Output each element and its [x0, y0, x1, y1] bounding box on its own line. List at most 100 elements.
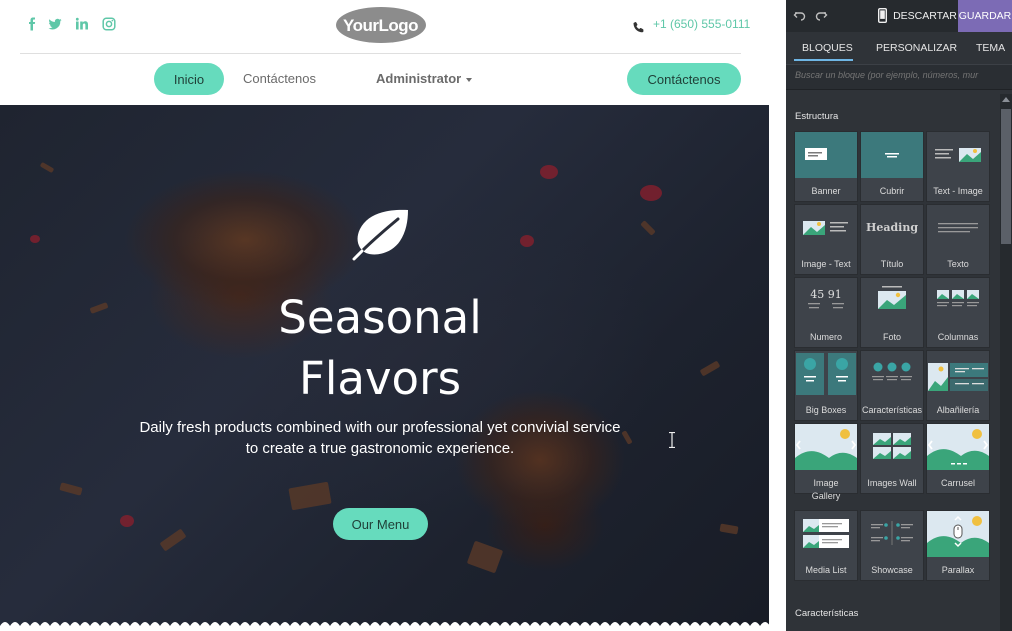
block-label: Columnas — [937, 332, 979, 342]
block-picture[interactable]: Foto — [860, 277, 924, 348]
section-title-features: Características — [795, 608, 859, 619]
our-menu-button[interactable]: Our Menu — [333, 508, 428, 540]
block-label: Cubrir — [879, 186, 905, 196]
block-label: Numero — [809, 332, 842, 342]
block-search-input[interactable] — [795, 70, 1005, 80]
linkedin-icon[interactable] — [75, 17, 89, 31]
decor-berry — [540, 165, 558, 179]
nav-home-button[interactable]: Inicio — [154, 63, 224, 95]
instagram-icon[interactable] — [102, 17, 116, 31]
editor-tabs: BLOQUES PERSONALIZAR TEMA — [786, 33, 1012, 62]
editor-scrollbar-thumb[interactable] — [1001, 109, 1011, 244]
hero-banner: Seasonal Flavors Daily fresh products co… — [0, 105, 769, 631]
carousel-icon — [927, 424, 989, 470]
block-label: Media List — [805, 565, 847, 575]
decor-berry — [120, 515, 134, 527]
tab-theme[interactable]: TEMA — [976, 33, 1005, 62]
block-search-bar — [786, 64, 1012, 90]
nav-admin-dropdown[interactable]: Administrator — [376, 71, 461, 86]
decor-crumb — [640, 220, 656, 236]
site-logo[interactable]: YourLogo — [335, 6, 427, 44]
cover-icon — [861, 132, 923, 178]
block-text-image[interactable]: Text - Image — [926, 131, 990, 202]
leaf-icon — [348, 207, 412, 261]
block-masonry[interactable]: Albañilería — [926, 350, 990, 421]
block-features[interactable]: Características — [860, 350, 924, 421]
hero-subtitle: Daily fresh products combined with our p… — [139, 419, 621, 457]
text-icon — [927, 205, 989, 251]
big-boxes-icon — [795, 351, 857, 397]
block-label: Características — [861, 405, 923, 415]
features-icon — [861, 351, 923, 397]
block-label: Banner — [811, 186, 841, 196]
editor-toolbar: DESCARTAR GUARDAR — [786, 0, 1012, 32]
undo-icon[interactable] — [793, 9, 806, 22]
block-label: Image - Text — [801, 259, 851, 269]
decor-berry — [520, 235, 534, 247]
wave-divider — [0, 622, 769, 631]
section-title-structure: Estructura — [795, 111, 839, 122]
block-image-text[interactable]: Image - Text — [794, 204, 858, 275]
block-label: Albañilería — [936, 405, 980, 415]
scroll-up-arrow-icon[interactable] — [1002, 97, 1010, 102]
decor-crumb — [59, 482, 83, 496]
block-label: Foto — [882, 332, 901, 342]
block-label: Big Boxes — [805, 405, 847, 415]
block-cover[interactable]: Cubrir — [860, 131, 924, 202]
tab-blocks[interactable]: BLOQUES — [802, 33, 853, 62]
block-images-wall[interactable]: Images Wall — [860, 423, 924, 494]
block-text[interactable]: Texto — [926, 204, 990, 275]
numbers-thumb-text: 45 91 — [810, 288, 842, 301]
block-image-gallery[interactable]: Image Gallery — [794, 423, 858, 501]
text-image-icon — [927, 132, 989, 178]
save-button[interactable]: GUARDAR — [958, 0, 1012, 32]
parallax-icon — [927, 511, 989, 557]
block-label: Texto — [947, 259, 969, 269]
block-parallax[interactable]: Parallax — [926, 510, 990, 581]
block-heading[interactable]: Heading Título — [860, 204, 924, 275]
main-navbar: Inicio Contáctenos Administrator Contáct… — [0, 54, 769, 105]
website-preview: YourLogo +1 (650) 555-0111 Inicio Contác… — [0, 0, 769, 631]
banner-icon — [795, 132, 857, 178]
block-big-boxes[interactable]: Big Boxes — [794, 350, 858, 421]
block-columns[interactable]: Columnas — [926, 277, 990, 348]
block-banner[interactable]: Banner — [794, 131, 858, 202]
decor-crumb — [288, 481, 332, 511]
image-gallery-icon — [795, 424, 857, 470]
phone-number[interactable]: +1 (650) 555-0111 — [653, 17, 750, 31]
twitter-icon[interactable] — [48, 17, 62, 31]
decor-crumb — [719, 523, 739, 535]
block-carousel[interactable]: Carrusel — [926, 423, 990, 494]
redo-icon[interactable] — [815, 9, 828, 22]
facebook-icon[interactable] — [25, 17, 39, 31]
block-media-list[interactable]: Media List — [794, 510, 858, 581]
mobile-preview-icon[interactable] — [877, 7, 887, 24]
numbers-icon: 45 91 — [795, 278, 857, 324]
decor-crumb — [39, 161, 55, 174]
nav-contact-link[interactable]: Contáctenos — [243, 71, 316, 86]
decor-crumb — [159, 528, 187, 552]
heading-thumb-text: Heading — [866, 221, 918, 234]
block-label: Showcase — [871, 565, 913, 575]
block-label: Image Gallery — [811, 478, 841, 501]
top-header-bar: YourLogo +1 (650) 555-0111 — [0, 0, 769, 53]
tab-customize[interactable]: PERSONALIZAR — [876, 33, 957, 62]
nav-contact-cta-button[interactable]: Contáctenos — [627, 63, 741, 95]
editor-panel: DESCARTAR GUARDAR BLOQUES PERSONALIZAR T… — [786, 0, 1012, 631]
block-showcase[interactable]: Showcase — [860, 510, 924, 581]
decor-berry — [30, 235, 40, 243]
phone-icon — [633, 18, 645, 33]
editor-scrollbar[interactable] — [1000, 94, 1012, 631]
caret-down-icon — [466, 78, 472, 82]
decor-crumb — [466, 540, 504, 574]
picture-icon — [861, 278, 923, 324]
decor-berry — [640, 185, 662, 201]
block-numbers[interactable]: 45 91 Numero — [794, 277, 858, 348]
image-text-icon — [795, 205, 857, 251]
block-label: Images Wall — [867, 478, 917, 488]
discard-button[interactable]: DESCARTAR — [892, 0, 958, 32]
block-label: Parallax — [941, 565, 975, 575]
heading-icon: Heading — [861, 205, 923, 251]
columns-icon — [927, 278, 989, 324]
hero-title: Seasonal Flavors — [278, 291, 482, 405]
